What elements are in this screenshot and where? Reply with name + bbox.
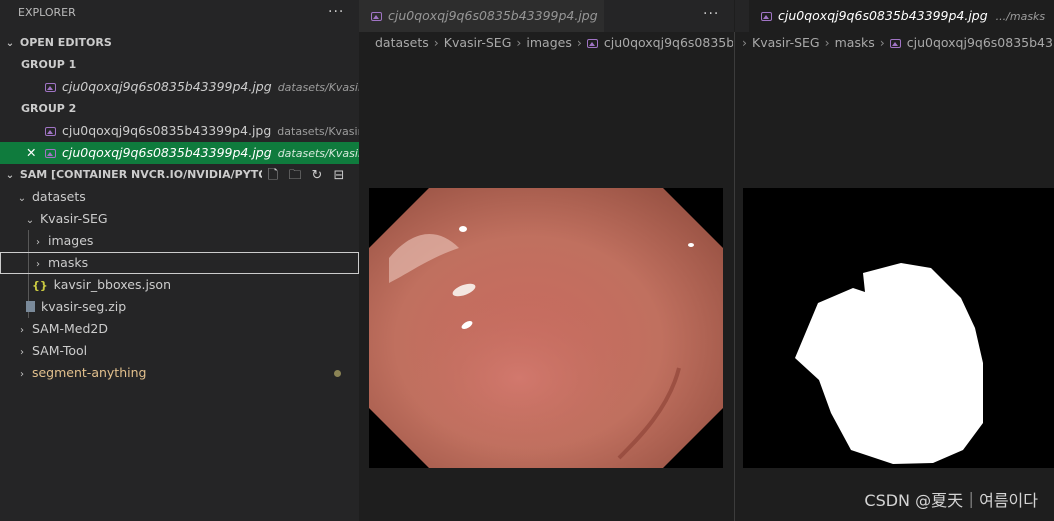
open-editor-item-selected[interactable]: ✕ cju0qoxqj9q6s0835b43399p4.jpg datasets/K… — [0, 142, 359, 164]
breadcrumb-item[interactable]: cju0qoxqj9q6s0835b4339 — [907, 35, 1054, 50]
tree-folder-sam-med2d[interactable]: › SAM-Med2D — [0, 318, 359, 340]
image-file-icon — [45, 149, 56, 158]
breadcrumb-item[interactable]: cju0qoxqj9q6s0835b433ts — [604, 35, 733, 50]
chevron-down-icon: ⌄ — [5, 170, 15, 181]
chevron-right-icon: › — [36, 259, 40, 270]
chevron-right-icon: › — [20, 347, 24, 358]
tab-label: cju0qoxqj9q6s0835b43399p4.jpg — [388, 8, 598, 23]
new-file-icon[interactable]: 🗋 — [262, 165, 284, 187]
explorer-toolbar: 🗋 🗀 ↻ ⊟ — [262, 164, 350, 186]
open-editor-filename: cju0qoxqj9q6s0835b43399p4.jpg — [62, 145, 272, 160]
image-file-icon — [45, 83, 56, 92]
close-icon[interactable]: ✕ — [26, 142, 45, 164]
open-editor-filename: cju0qoxqj9q6s0835b43399p4.jpg — [62, 123, 272, 138]
breadcrumb-item[interactable]: Kvasir-SEG — [444, 35, 512, 50]
collapse-all-icon[interactable]: ⊟ — [328, 165, 350, 187]
chevron-down-icon: ⌄ — [5, 38, 15, 49]
chevron-right-icon: › — [20, 369, 24, 380]
open-editors-label: OPEN EDITORS — [19, 36, 112, 49]
image-file-icon — [761, 12, 772, 21]
group-2-label: GROUP 2 — [21, 102, 77, 115]
image-file-icon — [45, 127, 56, 136]
breadcrumb-item[interactable]: images — [526, 35, 571, 50]
editor-more-icon[interactable]: ··· — [703, 6, 719, 22]
json-file-icon: {} — [32, 279, 48, 292]
workspace-label: SAM [CONTAINER NVCR.IO/NVIDIA/PYTORC... — [19, 168, 297, 181]
image-file-icon — [889, 39, 901, 48]
tab-label: cju0qoxqj9q6s0835b43399p4.jpg — [778, 8, 988, 23]
breadcrumb-item[interactable]: Kvasir-SEG — [752, 35, 820, 50]
tab-description: .../masks — [995, 10, 1046, 23]
open-editor-filename: cju0qoxqj9q6s0835b43399p4.jpg — [62, 79, 272, 94]
open-editor-path: datasets/Kvasir-SEG... — [277, 81, 359, 94]
open-editor-path: datasets/Kvasir-SE... — [277, 147, 359, 160]
watermark: CSDN @夏天｜여름이다 — [864, 491, 1038, 510]
tree-label: SAM-Med2D — [31, 321, 108, 336]
tree-file-zip[interactable]: kvasir-seg.zip — [0, 296, 359, 318]
tree-label: segment-anything — [31, 365, 147, 380]
tab-mask[interactable]: cju0qoxqj9q6s0835b43399p4.jpg .../masks … — [749, 0, 1054, 32]
explorer-title: EXPLORER — [18, 6, 76, 19]
tree-label: kavsir_bboxes.json — [53, 277, 171, 292]
endoscopy-image — [369, 188, 723, 468]
chevron-down-icon: ⌄ — [17, 193, 27, 204]
tree-label: kvasir-seg.zip — [41, 299, 127, 314]
new-folder-icon[interactable]: 🗀 — [284, 165, 306, 187]
tree-label: SAM-Tool — [31, 343, 88, 358]
explorer-more-icon[interactable]: ··· — [328, 4, 344, 20]
tree-label: masks — [47, 255, 89, 270]
zip-file-icon — [26, 301, 35, 312]
modified-dot-icon — [334, 370, 341, 377]
tree-label: Kvasir-SEG — [39, 211, 108, 226]
tree-label: images — [47, 233, 94, 248]
tree-file-bboxes[interactable]: {} kavsir_bboxes.json — [0, 274, 359, 296]
image-file-icon — [371, 12, 382, 21]
tree-folder-sam-tool[interactable]: › SAM-Tool — [0, 340, 359, 362]
image-file-icon — [586, 39, 598, 48]
tree-folder-datasets[interactable]: ⌄ datasets — [0, 186, 359, 208]
breadcrumb-item[interactable]: masks — [835, 35, 875, 50]
chevron-right-icon: › — [20, 325, 24, 336]
mask-image — [743, 188, 1054, 468]
group-1-label: GROUP 1 — [21, 58, 77, 71]
explorer-sidebar: EXPLORER ··· ⌄ OPEN EDITORS GROUP 1 cju0… — [0, 0, 359, 521]
open-editors-header[interactable]: ⌄ OPEN EDITORS — [0, 32, 359, 54]
tree-folder-kvasir-seg[interactable]: ⌄ Kvasir-SEG — [0, 208, 359, 230]
refresh-icon[interactable]: ↻ — [306, 165, 328, 187]
open-editor-item[interactable]: cju0qoxqj9q6s0835b43399p4.jpg datasets/Kv… — [0, 76, 359, 98]
editor-divider — [734, 32, 735, 521]
tree-folder-segment-anything[interactable]: › segment-anything — [0, 362, 359, 384]
chevron-right-icon: › — [36, 237, 40, 248]
tree-folder-images[interactable]: › images — [0, 230, 359, 252]
right-tab-bar: cju0qoxqj9q6s0835b43399p4.jpg .../masks … — [735, 0, 1054, 32]
left-tab-bar: cju0qoxqj9q6s0835b43399p4.jpg ✕ ··· — [359, 0, 734, 32]
breadcrumb-item[interactable]: datasets — [375, 35, 429, 50]
tree-label: datasets — [31, 189, 86, 204]
tab-image[interactable]: cju0qoxqj9q6s0835b43399p4.jpg ✕ — [359, 0, 604, 32]
breadcrumb: datasets › Kvasir-SEG › images › cju0qoxqj9q6s… — [375, 32, 733, 54]
chevron-down-icon: ⌄ — [25, 215, 35, 226]
open-editor-path: datasets/Kvasir-S... — [277, 125, 359, 138]
open-editor-item[interactable]: cju0qoxqj9q6s0835b43399p4.jpg datasets/Kv… — [0, 120, 359, 142]
breadcrumb: › Kvasir-SEG › masks › cju0qoxqj9q6s0835b4339 — [742, 32, 1054, 54]
tree-folder-masks[interactable]: › masks — [0, 252, 359, 274]
